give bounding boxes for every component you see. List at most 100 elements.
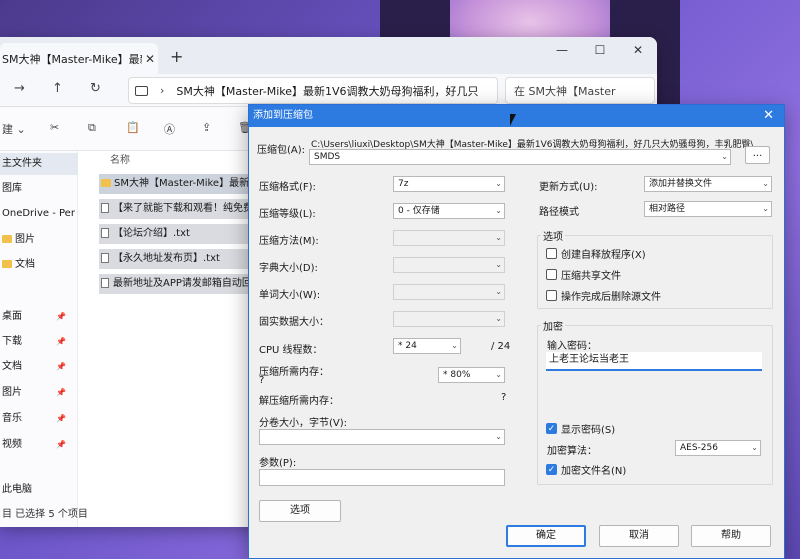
params-input[interactable] bbox=[259, 469, 505, 486]
cpu-threads-value: * 24 bbox=[398, 341, 417, 351]
new-label: 建 bbox=[2, 123, 13, 136]
cpu-label: CPU 线程数： bbox=[259, 345, 323, 356]
format-label: 压缩格式(F): bbox=[259, 182, 316, 193]
folder-icon bbox=[2, 235, 12, 243]
memory-label: 压缩所需内存： bbox=[259, 367, 329, 378]
chevron-down-icon: ⌄ bbox=[495, 432, 502, 441]
document-icon bbox=[101, 253, 109, 263]
delete-after-checkbox[interactable]: 操作完成后删除源文件 bbox=[546, 288, 661, 303]
sidebar-item-videos[interactable]: 视频 📌 bbox=[0, 434, 78, 456]
encryption-method-select[interactable]: AES-256 ⌄ bbox=[675, 440, 761, 456]
sidebar-item-label: 音乐 bbox=[2, 413, 22, 424]
browse-button[interactable]: ... bbox=[745, 146, 770, 164]
word-select: ⌄ bbox=[393, 284, 505, 300]
cpu-total: / 24 bbox=[491, 341, 511, 352]
sidebar-item-home[interactable]: 主文件夹 bbox=[0, 153, 78, 175]
list-item[interactable]: SM大神【Master-Mike】最新 bbox=[99, 174, 259, 194]
cpu-threads-select[interactable]: * 24 ⌄ bbox=[393, 338, 461, 354]
add-to-archive-dialog: 添加到压缩包 ✕ 压缩包(A): C:\Users\liuxi\Desktop\… bbox=[248, 104, 785, 559]
sidebar-item-label: 主文件夹 bbox=[2, 158, 42, 169]
checkbox-label: 加密文件名(N) bbox=[561, 466, 627, 477]
password-input[interactable]: 上老王论坛当老王 bbox=[546, 352, 762, 371]
split-size-select[interactable]: ⌄ bbox=[259, 429, 505, 445]
decompress-memory-label: 解压缩所需内存： bbox=[259, 396, 339, 407]
minimize-icon[interactable]: — bbox=[543, 37, 581, 67]
sidebar-item-music[interactable]: 音乐 📌 bbox=[0, 408, 78, 430]
update-mode-select[interactable]: 添加并替换文件 ⌄ bbox=[644, 176, 772, 192]
chevron-down-icon: ⌄ bbox=[495, 260, 502, 269]
sidebar-item-documents-folder[interactable]: 文档 bbox=[0, 254, 78, 276]
check-icon: ✓ bbox=[546, 464, 557, 475]
search-input[interactable]: 在 SM大神【Master bbox=[505, 77, 655, 104]
share-icon[interactable]: ⇪ bbox=[202, 121, 211, 134]
pin-icon: 📌 bbox=[56, 337, 66, 346]
list-item[interactable]: 【论坛介绍】.txt bbox=[99, 224, 259, 244]
sidebar-item-label: 此电脑 bbox=[2, 484, 32, 495]
show-password-checkbox[interactable]: ✓ 显示密码(S) bbox=[546, 421, 615, 436]
sidebar-item-onedrive[interactable]: OneDrive - Per bbox=[0, 203, 78, 225]
tab-bar: SM大神【Master-Mike】最新1 ✕ + — ☐ ✕ bbox=[0, 37, 657, 74]
path-mode-select[interactable]: 相对路径 ⌄ bbox=[644, 201, 772, 217]
add-tab-icon[interactable]: + bbox=[170, 47, 183, 66]
password-value: 上老王论坛当老王 bbox=[549, 354, 629, 365]
paste-icon[interactable]: 📋 bbox=[126, 121, 140, 134]
sidebar-item-pictures-folder[interactable]: 图片 bbox=[0, 229, 78, 251]
document-icon bbox=[101, 203, 109, 213]
rename-icon[interactable]: Ⓐ bbox=[164, 121, 175, 137]
new-button[interactable]: 建 ⌄ bbox=[2, 121, 26, 137]
pc-icon bbox=[135, 85, 148, 96]
window-close-icon[interactable]: ✕ bbox=[619, 37, 657, 67]
memory-usage-select[interactable]: * 80% ⌄ bbox=[438, 367, 505, 383]
refresh-icon[interactable]: ↻ bbox=[90, 81, 101, 96]
checkbox-label: 操作完成后删除源文件 bbox=[561, 292, 661, 303]
sidebar-item-gallery[interactable]: 图库 bbox=[0, 178, 78, 200]
checkbox-label: 创建自释放程序(X) bbox=[561, 250, 646, 261]
cut-icon[interactable]: ✂ bbox=[50, 121, 59, 134]
forward-icon[interactable]: → bbox=[14, 81, 25, 96]
level-select[interactable]: 0 - 仅存储 ⌄ bbox=[393, 203, 505, 219]
sidebar-item-desktop[interactable]: 桌面 📌 bbox=[0, 306, 78, 328]
path-mode-label: 路径模式 bbox=[539, 207, 579, 218]
create-sfx-checkbox[interactable]: 创建自释放程序(X) bbox=[546, 246, 646, 261]
file-name: 最新地址及APP请发邮箱自动回 bbox=[113, 278, 252, 289]
encrypt-names-checkbox[interactable]: ✓ 加密文件名(N) bbox=[546, 462, 626, 477]
address-input[interactable]: › SM大神【Master-Mike】最新1V6调教大奶母狗福利，好几只 bbox=[128, 77, 498, 104]
chevron-down-icon: ⌄ bbox=[751, 443, 758, 452]
list-item[interactable]: 【来了就能下载和观看！纯免费 bbox=[99, 199, 259, 219]
mouse-cursor-icon bbox=[510, 114, 516, 126]
options-button[interactable]: 选项 bbox=[259, 500, 341, 522]
archive-name-combo[interactable]: SMDS ⌄ bbox=[309, 149, 731, 165]
solid-select: ⌄ bbox=[393, 311, 505, 327]
copy-icon[interactable]: ⧉ bbox=[88, 121, 96, 135]
split-label: 分卷大小，字节(V): bbox=[259, 418, 348, 429]
dict-select: ⌄ bbox=[393, 257, 505, 273]
chevron-down-icon: ⌄ bbox=[495, 206, 502, 215]
compress-shared-checkbox[interactable]: 压缩共享文件 bbox=[546, 267, 621, 282]
explorer-tab[interactable]: SM大神【Master-Mike】最新1 ✕ bbox=[0, 43, 158, 74]
search-placeholder: 在 SM大神【Master bbox=[514, 84, 616, 98]
maximize-icon[interactable]: ☐ bbox=[581, 37, 619, 67]
chevron-right-icon[interactable]: › bbox=[160, 84, 164, 97]
list-item[interactable]: 最新地址及APP请发邮箱自动回 bbox=[99, 274, 259, 294]
list-item[interactable]: 【永久地址发布页】.txt bbox=[99, 249, 259, 269]
checkbox-box bbox=[546, 248, 557, 259]
decompress-memory-value: ? bbox=[501, 392, 507, 403]
pin-icon: 📌 bbox=[56, 388, 66, 397]
format-select[interactable]: 7z ⌄ bbox=[393, 176, 505, 192]
file-name: 【来了就能下载和观看！纯免费 bbox=[113, 203, 253, 214]
help-button[interactable]: 帮助 bbox=[691, 525, 771, 547]
method-select: ⌄ bbox=[393, 230, 505, 246]
sidebar-item-downloads[interactable]: 下载 📌 bbox=[0, 331, 78, 353]
dialog-close-icon[interactable]: ✕ bbox=[763, 105, 774, 127]
pin-icon: 📌 bbox=[56, 414, 66, 423]
window-controls: — ☐ ✕ bbox=[543, 37, 657, 67]
close-icon[interactable]: ✕ bbox=[142, 52, 158, 66]
ok-button[interactable]: 确定 bbox=[506, 525, 586, 547]
sidebar-item-documents[interactable]: 文档 📌 bbox=[0, 356, 78, 378]
sidebar-item-pictures[interactable]: 图片 📌 bbox=[0, 382, 78, 404]
up-icon[interactable]: ↑ bbox=[52, 81, 63, 96]
tab-title: SM大神【Master-Mike】最新1 bbox=[2, 52, 142, 66]
cancel-button[interactable]: 取消 bbox=[599, 525, 679, 547]
sidebar-item-this-pc[interactable]: 此电脑 bbox=[0, 479, 78, 501]
column-header-name[interactable]: 名称 bbox=[110, 151, 130, 166]
